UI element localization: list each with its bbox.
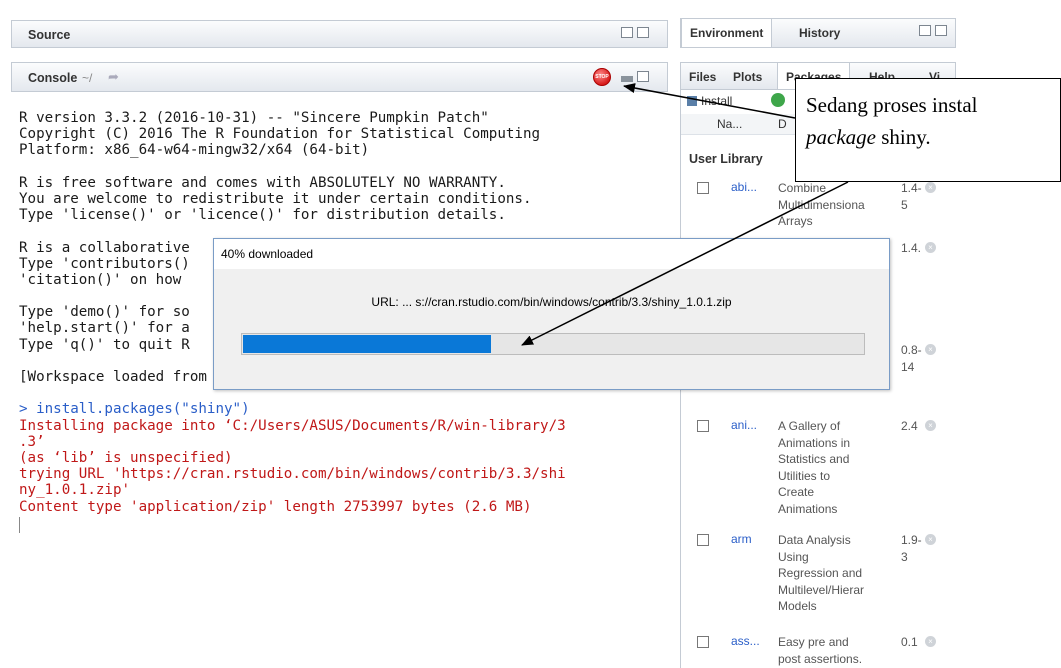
- console-line: Content type 'application/zip' length 27…: [19, 498, 532, 515]
- console-line: Type 'license()' or 'licence()' for dist…: [19, 207, 506, 224]
- stop-button[interactable]: STOP: [593, 68, 611, 86]
- package-name-link[interactable]: ass...: [731, 634, 760, 648]
- source-pane-title: Source: [28, 28, 71, 42]
- remove-package-icon[interactable]: ×: [925, 344, 936, 355]
- callout-line-2-rest: shiny.: [875, 125, 931, 149]
- console-cursor: [19, 516, 20, 533]
- tab-history[interactable]: History: [791, 19, 848, 47]
- install-label: Install: [701, 94, 733, 108]
- console-line: R is free software and comes with ABSOLU…: [19, 174, 506, 191]
- console-window-buttons: [621, 71, 649, 82]
- package-version: 0.1: [901, 635, 918, 649]
- callout-line-1: Sedang proses instal: [806, 93, 978, 117]
- package-description: Easy pre and post assertions.: [778, 635, 863, 666]
- package-version: 1.4- 5: [901, 181, 922, 212]
- package-name-link[interactable]: arm: [731, 532, 752, 546]
- package-description: Combine Multidimensiona Arrays: [778, 181, 865, 228]
- restore-icon[interactable]: [919, 25, 931, 36]
- download-dialog: 40% downloaded URL: ... s://cran.rstudio…: [213, 238, 890, 390]
- environment-pane-header: Environment History: [680, 18, 956, 48]
- progress-fill: [243, 335, 491, 353]
- restore-icon[interactable]: [621, 27, 633, 38]
- maximize-icon[interactable]: [935, 25, 947, 36]
- package-checkbox[interactable]: [697, 534, 709, 546]
- column-description[interactable]: D: [778, 117, 787, 131]
- column-name[interactable]: Na...: [717, 117, 742, 131]
- user-library-heading: User Library: [689, 152, 763, 166]
- package-checkbox[interactable]: [697, 636, 709, 648]
- annotation-callout: Sedang proses instal package shiny.: [795, 78, 1061, 182]
- console-line: > install.packages("shiny"): [19, 401, 250, 418]
- console-line: You are welcome to redistribute it under…: [19, 190, 532, 207]
- console-pane-title: Console: [28, 71, 78, 85]
- go-to-dir-icon[interactable]: ➦: [108, 69, 119, 85]
- package-version: 1.9- 3: [901, 533, 922, 564]
- minimize-icon[interactable]: [621, 76, 633, 82]
- console-pane-header: Console ~/ ➦ STOP: [11, 62, 668, 92]
- remove-package-icon[interactable]: ×: [925, 242, 936, 253]
- environment-window-buttons: [919, 25, 947, 36]
- dialog-titlebar: 40% downloaded: [214, 239, 889, 269]
- download-progress-bar: [241, 333, 865, 355]
- package-description: Data Analysis Using Regression and Multi…: [778, 533, 865, 613]
- remove-package-icon[interactable]: ×: [925, 636, 936, 647]
- package-description: A Gallery of Animations in Statistics an…: [778, 419, 851, 516]
- dialog-title: 40% downloaded: [221, 247, 314, 261]
- package-version: 1.4.: [901, 241, 922, 255]
- install-icon: [687, 96, 697, 106]
- update-icon[interactable]: [771, 93, 785, 107]
- console-line: Copyright (C) 2016 The R Foundation for …: [19, 126, 541, 143]
- tab-files[interactable]: Files: [681, 63, 724, 89]
- download-url: URL: ... s://cran.rstudio.com/bin/window…: [371, 295, 732, 309]
- remove-package-icon[interactable]: ×: [925, 534, 936, 545]
- console-line: trying URL 'https://cran.rstudio.com/bin…: [19, 466, 566, 483]
- stop-label: STOP: [595, 74, 609, 80]
- package-version: 2.4: [901, 419, 918, 433]
- source-pane-header: Source: [11, 20, 668, 48]
- maximize-icon[interactable]: [637, 27, 649, 38]
- console-working-dir: ~/: [82, 71, 93, 85]
- remove-package-icon[interactable]: ×: [925, 182, 936, 193]
- source-window-buttons: [621, 27, 649, 38]
- callout-line-2: package shiny.: [806, 125, 931, 150]
- package-name-link[interactable]: abi...: [731, 180, 757, 194]
- callout-italic-word: package: [806, 125, 876, 149]
- tab-environment[interactable]: Environment: [681, 19, 773, 47]
- package-checkbox[interactable]: [697, 420, 709, 432]
- maximize-icon[interactable]: [637, 71, 649, 82]
- console-line: .3’: [19, 433, 45, 450]
- console-line: ny_1.0.1.zip': [19, 482, 131, 499]
- tab-plots[interactable]: Plots: [725, 63, 770, 89]
- package-checkbox[interactable]: [697, 182, 709, 194]
- remove-package-icon[interactable]: ×: [925, 420, 936, 431]
- package-name-link[interactable]: ani...: [731, 418, 757, 432]
- console-line: Platform: x86_64-w64-mingw32/x64 (64-bit…: [19, 142, 370, 159]
- console-line: Installing package into ‘C:/Users/ASUS/D…: [19, 417, 566, 434]
- package-version: 0.8- 14: [901, 343, 922, 374]
- console-line: (as ‘lib’ is unspecified): [19, 449, 233, 466]
- console-line: R version 3.3.2 (2016-10-31) -- "Sincere…: [19, 110, 489, 126]
- install-button[interactable]: Install: [687, 94, 732, 108]
